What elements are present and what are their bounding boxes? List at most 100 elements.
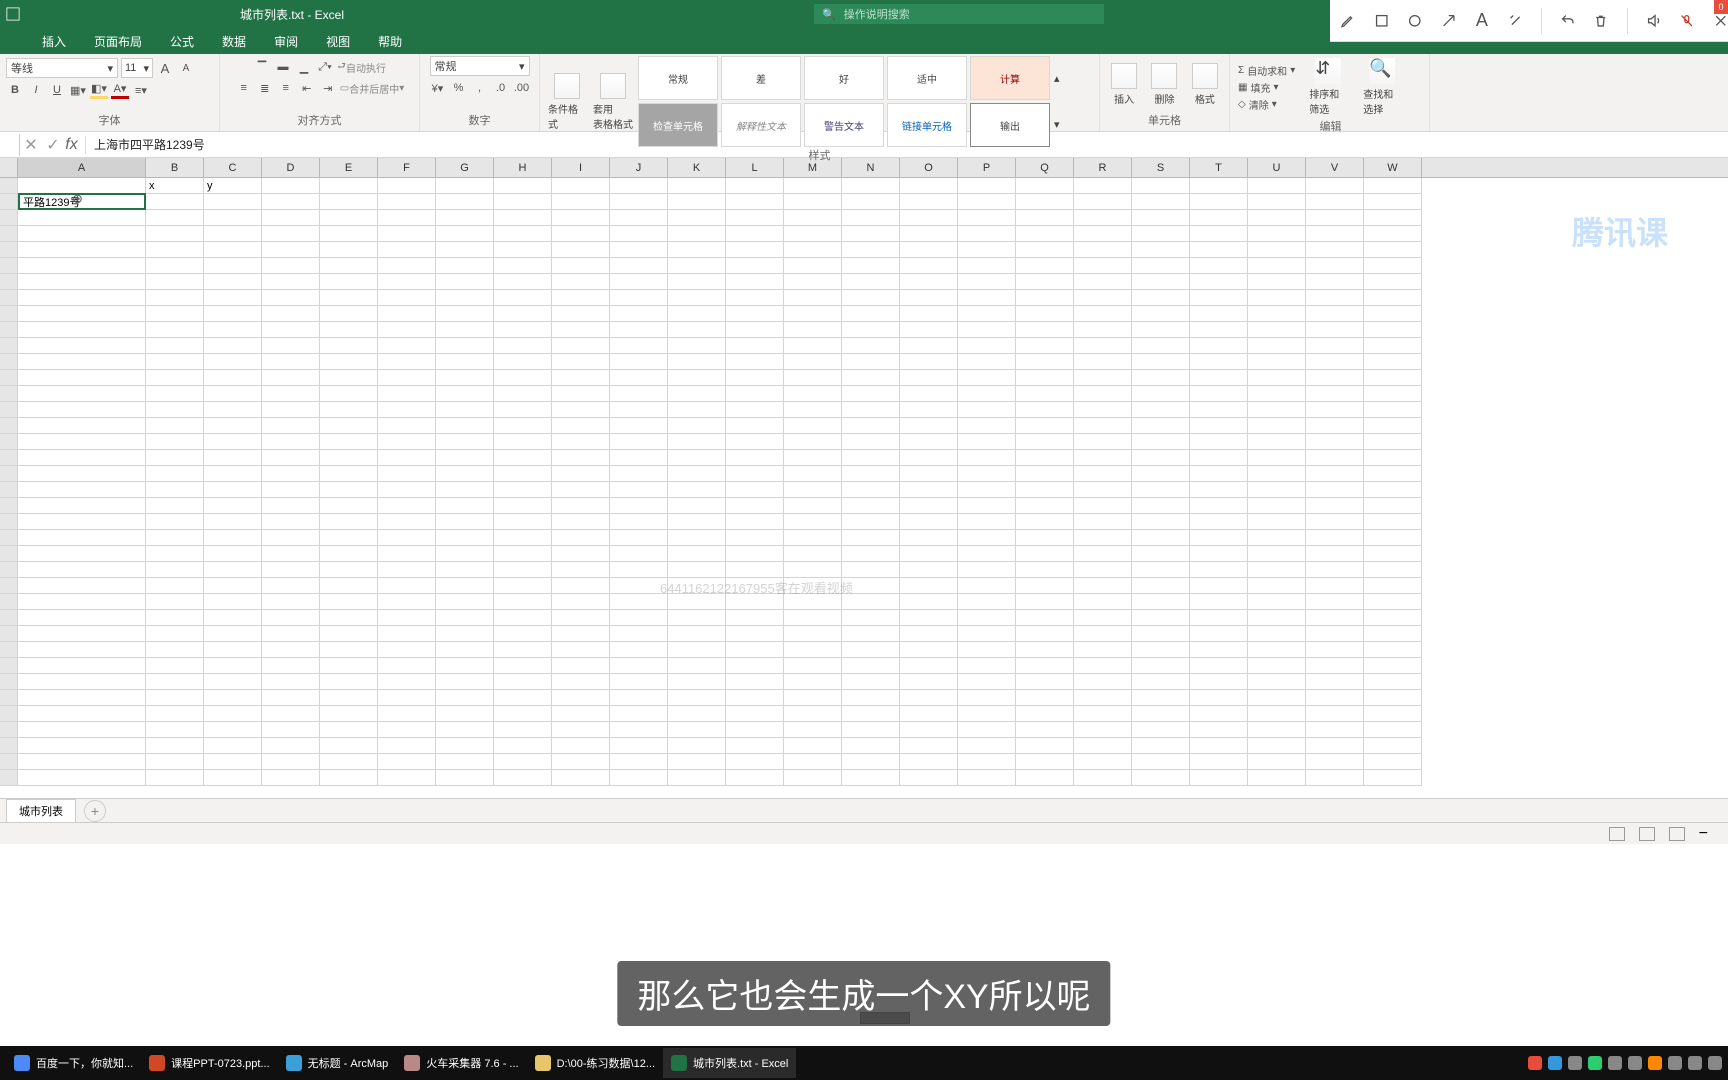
cell[interactable]	[958, 482, 1016, 498]
cell[interactable]	[1248, 450, 1306, 466]
column-header-F[interactable]: F	[378, 158, 436, 177]
cell[interactable]	[18, 370, 146, 386]
cell[interactable]	[726, 722, 784, 738]
cell[interactable]	[726, 226, 784, 242]
zoom-dash[interactable]: −	[1699, 825, 1708, 843]
cell[interactable]	[1190, 738, 1248, 754]
cell[interactable]	[1248, 434, 1306, 450]
cell[interactable]	[784, 242, 842, 258]
cell[interactable]	[1190, 498, 1248, 514]
column-header-W[interactable]: W	[1364, 158, 1422, 177]
cell[interactable]	[1248, 274, 1306, 290]
cell[interactable]	[436, 322, 494, 338]
row-header[interactable]	[0, 530, 18, 546]
cell[interactable]	[726, 178, 784, 194]
cell[interactable]	[436, 290, 494, 306]
cell[interactable]	[610, 610, 668, 626]
row-header[interactable]	[0, 770, 18, 786]
row-header[interactable]	[0, 386, 18, 402]
cell[interactable]	[18, 594, 146, 610]
cell[interactable]	[18, 322, 146, 338]
cell[interactable]	[1016, 562, 1074, 578]
cell[interactable]	[1306, 674, 1364, 690]
cell[interactable]	[726, 370, 784, 386]
cell[interactable]	[552, 274, 610, 290]
cell[interactable]	[1248, 194, 1306, 210]
align-left-icon[interactable]: ≡	[235, 79, 253, 97]
cell[interactable]	[842, 754, 900, 770]
cell[interactable]	[146, 546, 204, 562]
cell[interactable]	[262, 226, 320, 242]
cell[interactable]	[146, 530, 204, 546]
tab-file[interactable]	[0, 28, 28, 54]
cell[interactable]	[1364, 594, 1422, 610]
cell[interactable]	[610, 770, 668, 786]
cell[interactable]	[552, 578, 610, 594]
cell[interactable]	[378, 226, 436, 242]
cell[interactable]	[900, 722, 958, 738]
cell[interactable]	[900, 482, 958, 498]
cell[interactable]	[1364, 306, 1422, 322]
cell[interactable]	[320, 594, 378, 610]
cell[interactable]	[900, 706, 958, 722]
cell[interactable]	[900, 466, 958, 482]
cell[interactable]	[262, 770, 320, 786]
cell[interactable]	[1306, 466, 1364, 482]
cell[interactable]	[726, 754, 784, 770]
cell[interactable]	[1190, 370, 1248, 386]
cell[interactable]	[1190, 306, 1248, 322]
cell[interactable]	[610, 258, 668, 274]
cell[interactable]	[1016, 290, 1074, 306]
cell[interactable]	[1306, 754, 1364, 770]
cell[interactable]	[18, 770, 146, 786]
cell[interactable]	[1190, 210, 1248, 226]
row-header[interactable]	[0, 338, 18, 354]
cell[interactable]	[610, 402, 668, 418]
name-box[interactable]	[2, 134, 20, 156]
cell[interactable]	[552, 226, 610, 242]
cell[interactable]	[1306, 642, 1364, 658]
cell[interactable]	[1306, 514, 1364, 530]
cell[interactable]	[784, 226, 842, 242]
cell[interactable]	[784, 370, 842, 386]
cell[interactable]: x	[146, 178, 204, 194]
indent-inc-icon[interactable]: ⇥	[319, 79, 337, 97]
cell[interactable]	[1306, 338, 1364, 354]
tray-icon[interactable]	[1688, 1056, 1702, 1070]
cell[interactable]	[1190, 690, 1248, 706]
cell[interactable]	[1074, 610, 1132, 626]
cell[interactable]	[842, 674, 900, 690]
cell[interactable]	[1248, 402, 1306, 418]
cell[interactable]	[436, 210, 494, 226]
cell[interactable]	[1132, 482, 1190, 498]
cell[interactable]	[1074, 690, 1132, 706]
cell[interactable]	[494, 370, 552, 386]
cell[interactable]	[1074, 770, 1132, 786]
cell[interactable]	[1016, 418, 1074, 434]
cell[interactable]	[552, 354, 610, 370]
cell[interactable]	[552, 434, 610, 450]
cell[interactable]	[726, 306, 784, 322]
cell[interactable]	[378, 450, 436, 466]
cell[interactable]	[784, 434, 842, 450]
cell[interactable]	[1132, 770, 1190, 786]
phonetic-icon[interactable]: ≡▾	[132, 81, 150, 99]
cell[interactable]	[668, 514, 726, 530]
cell[interactable]	[262, 642, 320, 658]
cell[interactable]	[610, 658, 668, 674]
cell[interactable]	[784, 530, 842, 546]
cell[interactable]	[726, 738, 784, 754]
cell[interactable]	[784, 674, 842, 690]
page-break-view-icon[interactable]	[1669, 827, 1685, 841]
row-header[interactable]	[0, 434, 18, 450]
cell[interactable]	[320, 338, 378, 354]
cell[interactable]	[1074, 546, 1132, 562]
cell[interactable]	[494, 178, 552, 194]
cell[interactable]	[1364, 178, 1422, 194]
cell[interactable]	[1248, 290, 1306, 306]
cell[interactable]	[610, 354, 668, 370]
cell[interactable]	[436, 418, 494, 434]
cell[interactable]	[842, 610, 900, 626]
cell[interactable]	[1364, 274, 1422, 290]
cell[interactable]	[784, 450, 842, 466]
